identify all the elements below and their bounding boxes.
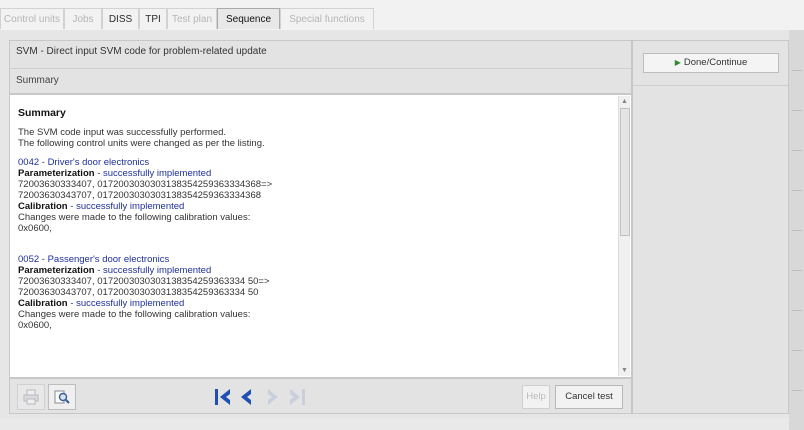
code-line: 72003630333407, 017200303030313835425936… [18,276,270,287]
param-status: - successfully implemented [94,265,212,276]
next-page-button[interactable] [259,384,285,410]
calib-text: Changes were made to the following calib… [18,212,251,223]
vertical-scrollbar[interactable]: ▲ ▼ [618,96,630,376]
tab-control-units[interactable]: Control units [0,8,64,29]
last-page-icon [290,389,305,405]
section-subtitle: Summary [16,75,59,86]
right-panel: ▶ Done/Continue [632,40,789,414]
status-bar [0,418,789,430]
code-line: 72003630343707, 017200303030313835425936… [18,190,262,201]
calib-value: 0x0600, [18,320,52,331]
calib-status: - successfully implemented [67,298,185,309]
summary-heading: Summary [18,107,66,119]
play-arrow-icon: ▶ [674,58,681,67]
unit-block: 0042 - Driver's door electronics Paramet… [18,157,618,234]
section-bar: Summary [10,68,631,95]
param-label: Parameterization [18,265,95,276]
calib-label: Calibration [18,201,68,212]
print-button[interactable] [17,384,45,410]
calib-label: Calibration [18,298,68,309]
unit-block: 0052 - Passenger's door electronics Para… [18,254,618,331]
summary-content: Summary The SVM code input was successfu… [9,94,632,378]
page-title: SVM - Direct input SVM code for problem-… [16,46,267,57]
scroll-up-icon[interactable]: ▲ [619,96,630,107]
tab-tpi[interactable]: TPI [139,8,167,29]
footer-toolbar: Help Cancel test [9,378,632,414]
scroll-down-icon[interactable]: ▼ [619,365,630,376]
unit-title: 0052 - Passenger's door electronics [18,254,170,265]
print-icon [23,389,39,405]
calib-value: 0x0600, [18,223,52,234]
help-button[interactable]: Help [522,385,550,409]
zoom-button[interactable] [48,384,76,410]
code-line: 72003630333407, 017200303030313835425936… [18,179,273,190]
cancel-test-button[interactable]: Cancel test [555,385,623,409]
param-line: Parameterization - successfully implemen… [18,168,618,179]
header-panel: SVM - Direct input SVM code for problem-… [9,40,632,94]
tab-sequence[interactable]: Sequence [217,8,280,29]
window-edge [789,30,804,430]
previous-page-icon [241,389,251,405]
unit-title: 0042 - Driver's door electronics [18,157,150,168]
tab-diss[interactable]: DISS [102,8,139,29]
code-line: 72003630343707, 017200303030313835425936… [18,287,259,298]
done-continue-button[interactable]: ▶ Done/Continue [643,53,779,73]
calib-line: Calibration - successfully implemented [18,298,618,309]
intro-line: The following control units were changed… [18,138,265,149]
param-label: Parameterization [18,168,95,179]
tab-special-functions[interactable]: Special functions [280,8,374,29]
magnifier-icon [54,390,70,404]
tab-bar: Control units Jobs DISS TPI Test plan Se… [0,0,804,30]
param-status: - successfully implemented [94,168,212,179]
last-page-button[interactable] [284,384,310,410]
previous-page-button[interactable] [234,384,260,410]
scrollbar-thumb[interactable] [620,108,630,236]
calib-line: Calibration - successfully implemented [18,201,618,212]
panel-divider [633,85,788,86]
calib-status: - successfully implemented [67,201,185,212]
intro-line: The SVM code input was successfully perf… [18,127,227,138]
tab-jobs[interactable]: Jobs [64,8,102,29]
first-page-button[interactable] [210,384,236,410]
done-continue-label: Done/Continue [683,57,748,68]
first-page-icon [215,389,230,405]
param-line: Parameterization - successfully implemen… [18,265,618,276]
calib-text: Changes were made to the following calib… [18,309,251,320]
next-page-icon [268,389,278,405]
tab-test-plan[interactable]: Test plan [167,8,217,29]
